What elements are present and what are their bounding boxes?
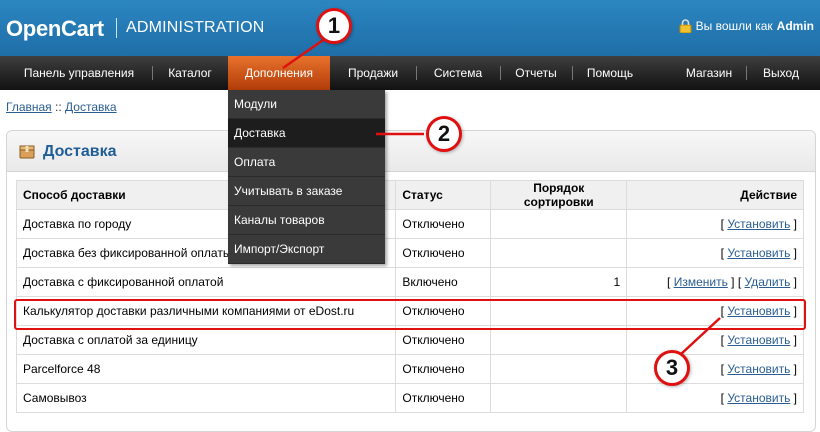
cell-action: [ Изменить ] [ Удалить ] xyxy=(626,267,804,297)
lock-icon xyxy=(679,19,692,33)
cell-sort-order xyxy=(490,296,628,326)
cell-action: [ Установить ] xyxy=(626,325,804,355)
table-row-edost: Калькулятор доставки различными компания… xyxy=(15,296,804,326)
step-marker-2: 2 xyxy=(426,116,462,152)
panel-title: Доставка xyxy=(43,143,117,160)
panel-header: Доставка xyxy=(7,131,815,172)
login-text: Вы вошли как xyxy=(695,19,773,33)
col-header-action: Действие xyxy=(626,180,804,210)
cell-sort-order xyxy=(490,209,628,239)
cell-method: Доставка с оплатой за единицу xyxy=(15,325,397,355)
logo-divider xyxy=(116,18,117,38)
cell-sort-order xyxy=(490,238,628,268)
install-link[interactable]: Установить xyxy=(727,333,790,347)
menu-divider xyxy=(152,66,153,80)
dropdown-item-shipping[interactable]: Доставка xyxy=(228,119,385,148)
col-header-sort-order[interactable]: Порядок сортировки xyxy=(490,180,628,210)
table-row: Доставка по городу Отключено [ Установит… xyxy=(15,209,804,239)
cell-action: [ Установить ] xyxy=(626,209,804,239)
table-row: Доставка с фиксированной оплатой Включен… xyxy=(15,267,804,297)
cell-status: Отключено xyxy=(395,354,492,384)
menu-item-dashboard[interactable]: Панель управления xyxy=(8,56,150,90)
cell-action: [ Установить ] xyxy=(626,296,804,326)
menu-divider xyxy=(746,66,747,80)
admin-label: ADMINISTRATION xyxy=(126,19,265,36)
install-link[interactable]: Установить xyxy=(727,246,790,260)
cell-status: Отключено xyxy=(395,296,492,326)
cell-status: Отключено xyxy=(395,238,492,268)
cell-sort-order: 1 xyxy=(490,267,628,297)
cell-status: Отключено xyxy=(395,383,492,413)
cell-sort-order xyxy=(490,325,628,355)
breadcrumb-separator: :: xyxy=(55,100,62,114)
dropdown-item-import-export[interactable]: Импорт/Экспорт xyxy=(228,235,385,264)
menu-divider xyxy=(416,66,417,80)
install-link[interactable]: Установить xyxy=(727,362,790,376)
breadcrumb-current[interactable]: Доставка xyxy=(65,100,117,114)
cell-status: Отключено xyxy=(395,209,492,239)
install-link[interactable]: Установить xyxy=(727,217,790,231)
breadcrumb: Главная :: Доставка xyxy=(6,100,117,114)
cell-sort-order xyxy=(490,383,628,413)
menu-item-help[interactable]: Помощь xyxy=(574,56,646,90)
cell-method: Самовывоз xyxy=(15,383,397,413)
cell-status: Включено xyxy=(395,267,492,297)
menu-divider xyxy=(572,66,573,80)
table-row: Доставка с оплатой за единицу Отключено … xyxy=(15,325,804,355)
menu-item-logout[interactable]: Выход xyxy=(748,56,814,90)
table-header-row: Способ доставки Статус Порядок сортировк… xyxy=(15,180,804,210)
dropdown-item-product-feeds[interactable]: Каналы товаров xyxy=(228,206,385,235)
menu-item-sales[interactable]: Продажи xyxy=(332,56,414,90)
menu-divider xyxy=(500,66,501,80)
table-row: Самовывоз Отключено [ Установить ] xyxy=(15,383,804,413)
step-marker-1: 1 xyxy=(316,8,352,44)
menu-item-catalog[interactable]: Каталог xyxy=(154,56,226,90)
cell-method: Калькулятор доставки различными компания… xyxy=(15,296,397,326)
cell-action: [ Установить ] xyxy=(626,383,804,413)
menu-item-store[interactable]: Магазин xyxy=(674,56,744,90)
menu-item-extensions[interactable]: Дополнения xyxy=(228,56,330,90)
install-link[interactable]: Установить xyxy=(727,304,790,318)
step-marker-3: 3 xyxy=(654,350,690,386)
table-row: Доставка без фиксированной оплаты Отключ… xyxy=(15,238,804,268)
edit-link[interactable]: Изменить xyxy=(674,275,728,289)
breadcrumb-home[interactable]: Главная xyxy=(6,100,52,114)
logo[interactable]: OpenCart xyxy=(6,16,104,42)
dropdown-item-order-totals[interactable]: Учитывать в заказе xyxy=(228,177,385,206)
cell-status: Отключено xyxy=(395,325,492,355)
login-info: Вы вошли как Admin xyxy=(679,19,814,33)
cell-sort-order xyxy=(490,354,628,384)
install-link[interactable]: Установить xyxy=(727,391,790,405)
login-user: Admin xyxy=(776,19,814,33)
cell-method: Доставка с фиксированной оплатой xyxy=(15,267,397,297)
col-header-status[interactable]: Статус xyxy=(395,180,492,210)
cell-action: [ Установить ] xyxy=(626,238,804,268)
cell-method: Parcelforce 48 xyxy=(15,354,397,384)
menu-item-system[interactable]: Система xyxy=(418,56,498,90)
extensions-dropdown: Модули Доставка Оплата Учитывать в заказ… xyxy=(228,90,385,264)
dropdown-item-modules[interactable]: Модули xyxy=(228,90,385,119)
main-menu: Панель управления Каталог Дополнения Про… xyxy=(0,56,820,90)
menu-item-reports[interactable]: Отчеты xyxy=(502,56,570,90)
app-header: OpenCart ADMINISTRATION Вы вошли как Adm… xyxy=(0,0,820,56)
package-icon xyxy=(19,145,35,159)
dropdown-item-payment[interactable]: Оплата xyxy=(228,148,385,177)
delete-link[interactable]: Удалить xyxy=(745,275,791,289)
